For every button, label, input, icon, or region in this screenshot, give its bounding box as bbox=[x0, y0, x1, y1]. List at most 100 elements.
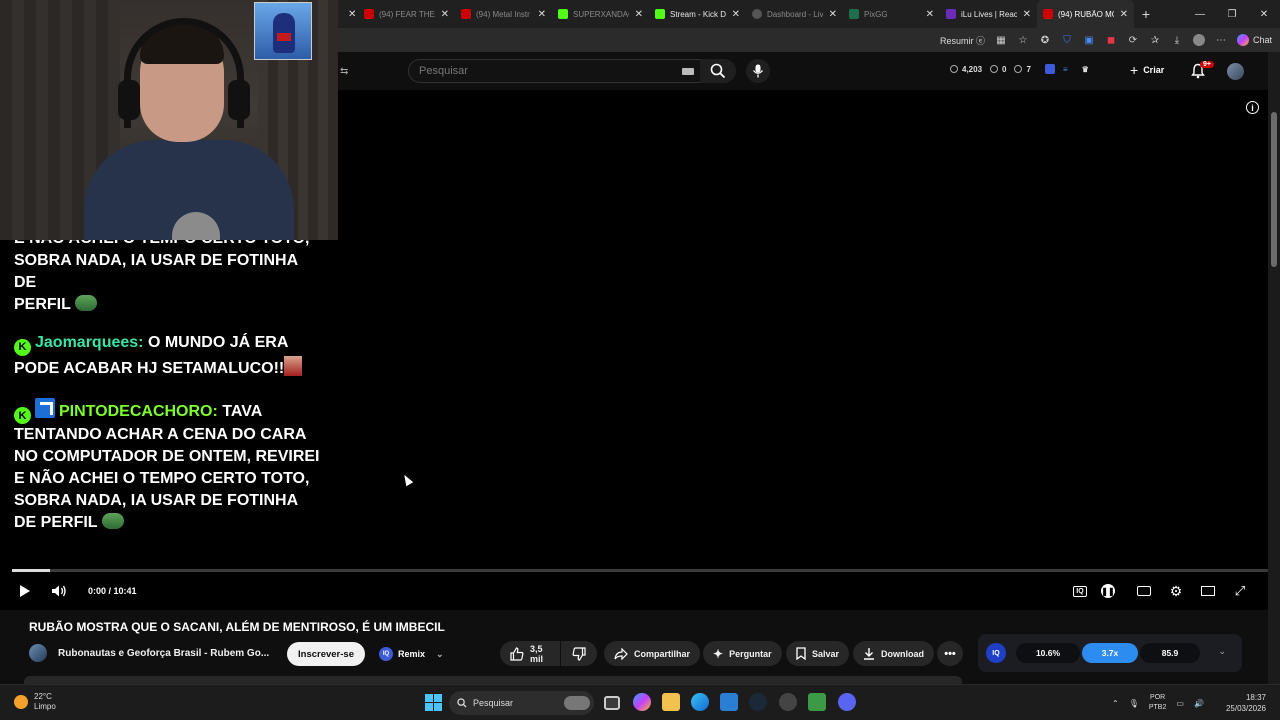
copilot-icon[interactable] bbox=[633, 693, 651, 711]
summary-button[interactable]: Resumir ⓔ bbox=[940, 34, 985, 47]
like-button[interactable]: 3,5 mil bbox=[500, 641, 560, 666]
more-actions-button[interactable]: ••• bbox=[937, 641, 963, 666]
fullscreen-button[interactable]: ⤢ bbox=[1231, 582, 1249, 600]
edge-browser-icon[interactable] bbox=[691, 693, 709, 711]
close-icon[interactable]: ✕ bbox=[441, 9, 449, 20]
subscribe-button[interactable]: Inscrever-se bbox=[287, 642, 365, 666]
star-icon[interactable]: ☆ bbox=[1017, 34, 1029, 46]
search-input[interactable]: Pesquisar bbox=[408, 59, 703, 83]
chevron-down-icon[interactable]: ⌄ bbox=[1218, 646, 1226, 657]
weather-widget[interactable]: 22°C Limpo bbox=[14, 692, 56, 712]
close-icon[interactable]: ✕ bbox=[538, 9, 546, 20]
chevron-up-icon[interactable]: ⌃ bbox=[1112, 699, 1119, 708]
dislike-button[interactable] bbox=[561, 641, 597, 666]
profile-icon[interactable] bbox=[1192, 34, 1205, 46]
description-box[interactable] bbox=[24, 676, 962, 684]
language-indicator[interactable]: POR PTB2 bbox=[1149, 693, 1167, 713]
scrollbar-thumb[interactable] bbox=[1271, 112, 1277, 267]
menu-dots-icon[interactable]: ⋯ bbox=[1215, 34, 1227, 46]
menu-icon[interactable]: ⇆ bbox=[340, 66, 350, 77]
browser-tab[interactable]: iLu Lives | React ✕ bbox=[940, 0, 1037, 28]
iq-stat-score: 85.9 bbox=[1140, 643, 1200, 663]
new-tab-button[interactable]: + bbox=[1134, 6, 1158, 22]
theater-mode-button[interactable] bbox=[1199, 582, 1217, 600]
close-icon[interactable]: ✕ bbox=[1120, 9, 1128, 20]
taskbar-search[interactable]: Pesquisar bbox=[449, 691, 594, 715]
discord-icon[interactable] bbox=[838, 693, 856, 711]
browser-tab[interactable]: SUPERXANDAO ✕ bbox=[552, 0, 649, 28]
restore-icon[interactable]: ❐ bbox=[1216, 9, 1248, 20]
system-clock[interactable]: 18:37 25/03/2026 bbox=[1226, 692, 1266, 714]
steam-icon[interactable] bbox=[749, 693, 767, 711]
close-icon[interactable]: ✕ bbox=[926, 9, 934, 20]
create-button[interactable]: + Criar bbox=[1130, 62, 1164, 78]
translate-icon[interactable]: ▣ bbox=[1083, 34, 1095, 46]
close-icon[interactable]: ✕ bbox=[1023, 9, 1031, 20]
volume-icon[interactable]: 🔊 bbox=[1194, 699, 1204, 708]
microphone-icon[interactable]: 🎙 bbox=[1129, 699, 1139, 708]
save-button[interactable]: Salvar bbox=[786, 641, 850, 666]
browser-tab[interactable]: (94) FEAR THE C✕ bbox=[358, 0, 455, 28]
browser-tab[interactable]: Dashboard - Liv ✕ bbox=[746, 0, 843, 28]
superman-poster bbox=[254, 2, 312, 60]
chat-username: PINTODECACHORO: bbox=[59, 402, 218, 420]
app-icon[interactable]: ▦ bbox=[995, 34, 1007, 46]
app-icon[interactable] bbox=[808, 693, 826, 711]
browser-tab[interactable]: Stream - Kick Da ✕ bbox=[649, 0, 746, 28]
face-emote bbox=[284, 355, 303, 376]
list-icon[interactable]: ≡ bbox=[1063, 65, 1068, 74]
channel-avatar[interactable] bbox=[29, 644, 47, 662]
minimize-icon[interactable]: — bbox=[1184, 9, 1216, 20]
close-icon[interactable]: ✕ bbox=[732, 9, 740, 20]
thumbs-up-icon bbox=[510, 646, 524, 661]
voice-search-button[interactable] bbox=[746, 59, 770, 83]
share-button[interactable]: Compartilhar bbox=[604, 641, 701, 666]
browser-tab[interactable]: (94) Metal Instr ✕ bbox=[455, 0, 552, 28]
trophy-icon[interactable]: ♛ bbox=[1082, 65, 1089, 74]
store-icon[interactable] bbox=[720, 693, 738, 711]
iq-icon: IQ bbox=[379, 647, 393, 661]
file-explorer-icon[interactable] bbox=[662, 693, 680, 711]
iq-player-button[interactable]: IQ bbox=[1071, 582, 1089, 600]
dashboard-favicon-icon bbox=[752, 9, 762, 19]
pixgg-favicon-icon bbox=[849, 9, 859, 19]
extension-icon[interactable]: ✪ bbox=[1039, 34, 1051, 46]
iq-extension-icon[interactable] bbox=[1044, 64, 1055, 74]
browser-tab-active[interactable]: (94) RUBÃO MO ✕ bbox=[1037, 0, 1134, 28]
media-icon[interactable]: ◼ bbox=[1105, 34, 1117, 46]
refresh-icon[interactable]: ⟳ bbox=[1127, 34, 1139, 46]
shield-icon[interactable]: ⛉ bbox=[1061, 34, 1073, 46]
channel-name[interactable]: Rubonautas e Geoforça Brasil - Rubem Go.… bbox=[58, 648, 269, 659]
play-button[interactable] bbox=[16, 582, 34, 600]
download-button[interactable]: Download bbox=[853, 641, 934, 666]
remix-button[interactable]: IQ Remix ⌄ bbox=[373, 642, 450, 666]
frog-emote bbox=[101, 513, 124, 529]
close-icon[interactable]: ✕ bbox=[635, 9, 643, 20]
volume-button[interactable] bbox=[50, 582, 68, 600]
favorites-icon[interactable]: ✰ bbox=[1149, 34, 1161, 46]
close-window-icon[interactable]: ✕ bbox=[1248, 9, 1280, 20]
search-button[interactable] bbox=[700, 59, 736, 83]
ask-button[interactable]: ✦ Perguntar bbox=[703, 641, 782, 666]
obs-icon[interactable] bbox=[779, 693, 797, 711]
notification-badge: 9+ bbox=[1200, 61, 1214, 68]
start-button[interactable] bbox=[425, 694, 442, 711]
video-progress-bar[interactable] bbox=[12, 569, 1268, 572]
settings-button[interactable]: ⚙ bbox=[1167, 582, 1185, 600]
display-icon[interactable]: ▭ bbox=[1176, 699, 1184, 708]
subtitles-button[interactable] bbox=[1135, 582, 1153, 600]
autoplay-toggle[interactable]: ❚❚ bbox=[1099, 582, 1117, 600]
iq-logo-icon[interactable]: IQ bbox=[986, 643, 1006, 663]
page-scrollbar[interactable] bbox=[1268, 52, 1280, 684]
account-avatar[interactable] bbox=[1227, 63, 1244, 80]
close-icon[interactable]: ✕ bbox=[829, 9, 837, 20]
tab-close-partial[interactable]: ✕ bbox=[338, 0, 358, 28]
copilot-chat-button[interactable]: Chat bbox=[1236, 34, 1272, 46]
download-icon[interactable]: ⤓ bbox=[1171, 34, 1183, 46]
info-icon[interactable]: i bbox=[1246, 101, 1259, 114]
close-icon[interactable]: ✕ bbox=[348, 9, 356, 20]
youtube-header: ⇆ Pesquisar 4,203 0 7 ≡ ♛ + Criar 9+ bbox=[338, 52, 1280, 90]
task-view-icon[interactable] bbox=[604, 696, 620, 710]
keyboard-icon[interactable] bbox=[682, 68, 694, 75]
browser-tab[interactable]: PixGG ✕ bbox=[843, 0, 940, 28]
